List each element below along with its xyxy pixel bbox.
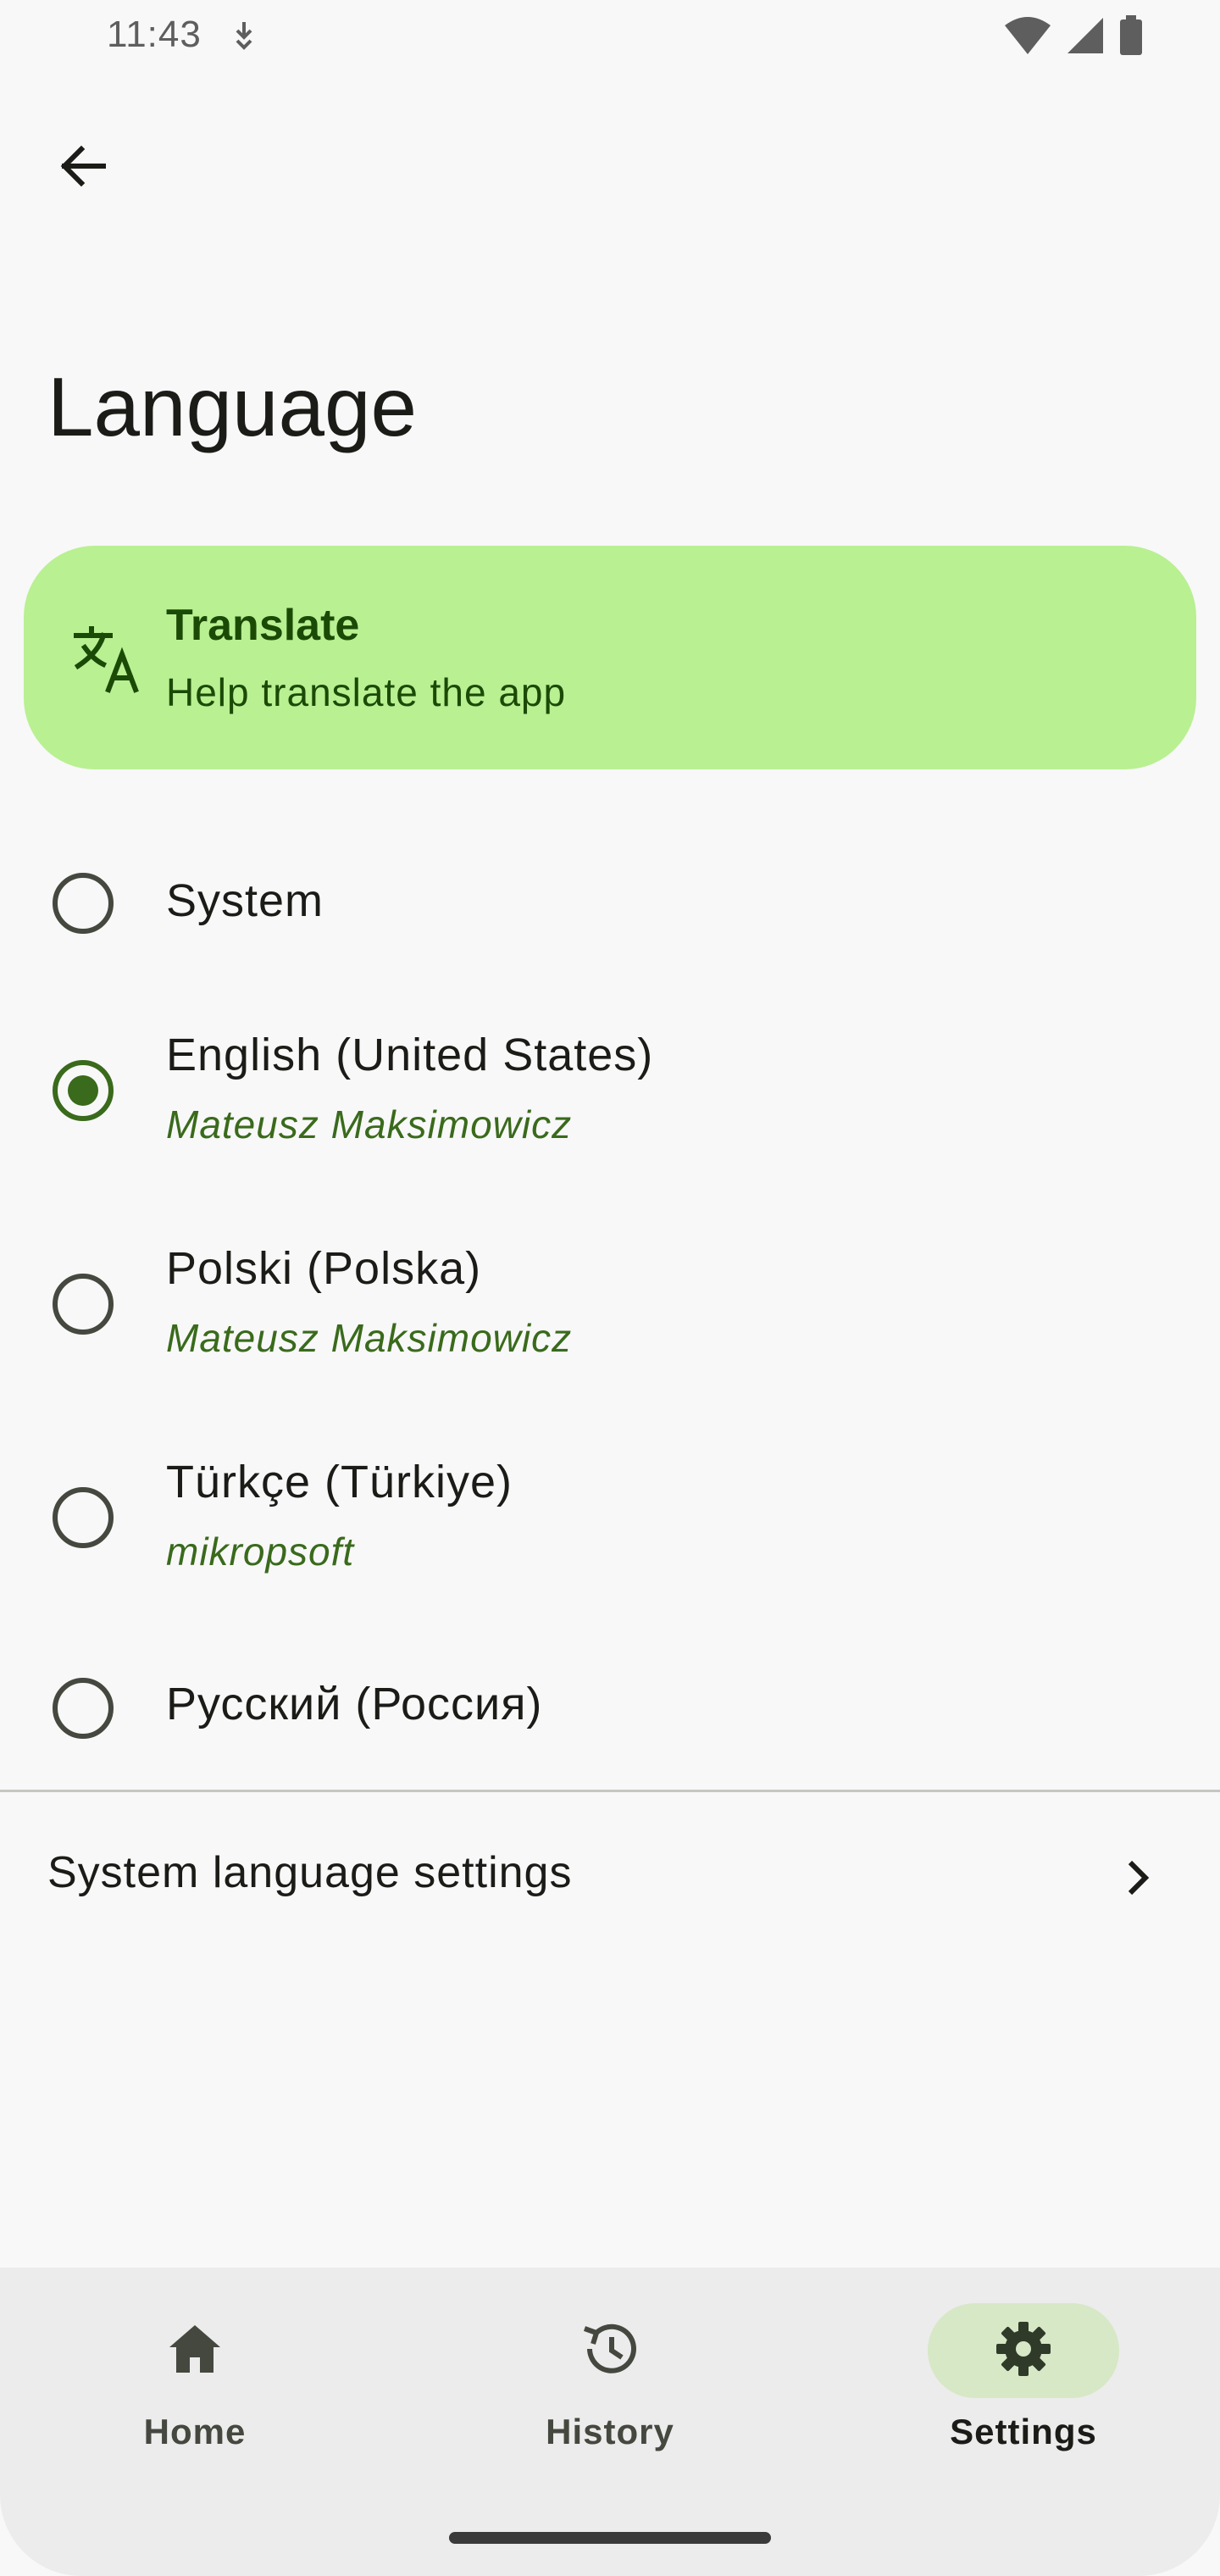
system-language-settings-label: System language settings: [47, 1848, 573, 1897]
back-button[interactable]: [42, 127, 124, 208]
nav-label-home: Home: [143, 2412, 247, 2451]
language-name: System: [166, 875, 324, 926]
gear-icon: [993, 2318, 1054, 2384]
language-option-system[interactable]: System: [0, 847, 1220, 958]
battery-icon: [1118, 15, 1144, 56]
nav-label-settings: Settings: [950, 2412, 1097, 2451]
language-name: Türkçe (Türkiye): [166, 1457, 513, 1507]
radio-button-selected[interactable]: [53, 1060, 114, 1121]
download-status-icon: [229, 19, 259, 53]
status-bar: 11:43: [0, 0, 1220, 73]
nav-item-home[interactable]: Home: [85, 2303, 305, 2473]
translator-name: mikropsoft: [166, 1530, 355, 1574]
page-title: Language: [47, 360, 418, 453]
translate-title: Translate: [166, 601, 360, 650]
chevron-right-icon: [1117, 1854, 1159, 1901]
divider: [0, 1790, 1220, 1792]
language-name: English (United States): [166, 1030, 654, 1080]
translate-card[interactable]: [24, 546, 1196, 769]
radio-button[interactable]: [53, 873, 114, 934]
nav-pill: [114, 2303, 276, 2398]
language-name: Русский (Россия): [166, 1679, 543, 1729]
language-option-russian[interactable]: Русский (Россия): [0, 1652, 1220, 1763]
status-time: 11:43: [107, 14, 202, 55]
history-icon: [578, 2317, 642, 2385]
language-option-polski[interactable]: Polski (Polska) Mateusz Maksimowicz: [0, 1230, 1220, 1391]
nav-pill-active: [928, 2303, 1119, 2398]
cell-signal-icon: [1066, 16, 1105, 55]
nav-label-history: History: [546, 2412, 674, 2451]
wifi-icon: [1003, 15, 1052, 56]
radio-button[interactable]: [53, 1487, 114, 1548]
home-indicator[interactable]: [449, 2532, 771, 2544]
arrow-back-icon: [56, 139, 110, 197]
language-settings-screen: 11:43 Language Translate Help translate …: [0, 0, 1220, 2576]
home-icon: [164, 2318, 225, 2384]
translate-icon: [71, 624, 142, 695]
nav-item-settings[interactable]: Settings: [913, 2303, 1134, 2473]
nav-item-history[interactable]: History: [500, 2303, 720, 2473]
translator-name: Mateusz Maksimowicz: [166, 1316, 573, 1360]
translator-name: Mateusz Maksimowicz: [166, 1102, 573, 1146]
language-name: Polski (Polska): [166, 1243, 482, 1294]
radio-button[interactable]: [53, 1678, 114, 1739]
language-option-english[interactable]: English (United States) Mateusz Maksimow…: [0, 1017, 1220, 1178]
status-icons: [1003, 15, 1144, 56]
radio-button[interactable]: [53, 1274, 114, 1335]
language-option-turkce[interactable]: Türkçe (Türkiye) mikropsoft: [0, 1444, 1220, 1605]
translate-subtitle: Help translate the app: [166, 670, 567, 714]
nav-pill: [529, 2303, 691, 2398]
